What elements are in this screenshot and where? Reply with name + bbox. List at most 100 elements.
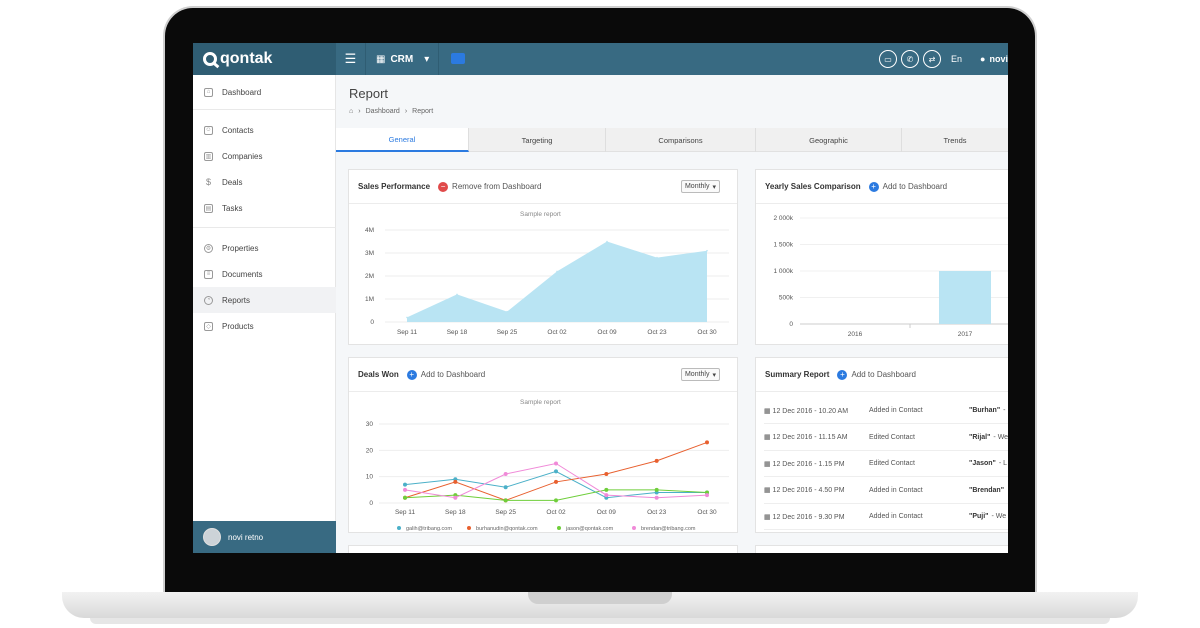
tab-trends[interactable]: Trends (902, 128, 1008, 152)
summary-row[interactable]: ▦ 12 Dec 2016 - 11.15 AM Edited Contact "R… (764, 425, 1008, 451)
summary-row[interactable]: ▦ 12 Dec 2016 - 4.50 PM Added in Contact "… (764, 478, 1008, 504)
phone-icon[interactable]: ✆ (901, 50, 920, 68)
y-tick-label: 1M (365, 296, 374, 303)
summary-detail: - We (991, 513, 1007, 520)
series-point (403, 495, 407, 500)
y-tick-label: 0 (370, 319, 374, 326)
x-tick-label: 2016 (848, 331, 863, 338)
sidebar-item-contacts[interactable]: ☺ Contacts (193, 117, 336, 143)
sidebar-item-products[interactable]: ◇ Products (193, 313, 336, 339)
data-point (606, 240, 608, 243)
home-icon[interactable]: ⌂ (349, 108, 353, 115)
summary-contact: "Puji" (969, 513, 989, 520)
brand-logo[interactable]: qontak (193, 43, 336, 75)
remove-from-dashboard-button[interactable]: − Remove from Dashboard (438, 181, 541, 192)
y-tick-label: 0 (789, 321, 793, 328)
sidebar-item-label: Contacts (222, 125, 254, 135)
series-point (604, 472, 609, 477)
summary-row[interactable]: ▦ 12 Dec 2016 - 9.30 PM Added in Contact "… (764, 504, 1008, 530)
top-bar: qontak ☰ ▦ CRM ▾ ▭ ✆ ⇄ En ● novi (193, 43, 1008, 75)
legend-label: burhanudin@qontak.com (476, 526, 538, 532)
summary-contact: "Jason" (969, 460, 996, 467)
sales-area-chart: 4M 3M 2M 1M 0 Sep 11 Sep 18 Sep 25 Oct 02 Oct 09 O… (365, 227, 729, 336)
sidebar-item-label: Dashboard (222, 87, 262, 97)
user-menu[interactable]: ● novi (980, 54, 1008, 64)
panel-header: Sales Performance − Remove from Dashboard… (349, 170, 737, 204)
x-tick-label: Sep 11 (395, 509, 416, 516)
sidebar-user-name: novi retno (228, 532, 264, 542)
sidebar-item-dashboard[interactable]: ⌂ Dashboard (193, 79, 336, 105)
add-to-dashboard-button[interactable]: + Add to Dashboard (868, 181, 947, 192)
add-to-dashboard-button[interactable]: + Add to Dashboard (837, 369, 916, 380)
sidebar-item-label: Products (222, 321, 254, 331)
home-icon: ⌂ (204, 87, 213, 97)
legend-marker (467, 526, 471, 530)
plus-circle-icon: + (837, 369, 848, 380)
grid-icon: ▦ (376, 53, 386, 65)
series-line-0 (404, 470, 707, 499)
x-tick-label: Oct 30 (697, 329, 717, 336)
y-tick-label: 1 000k (773, 268, 793, 275)
top-actions: ▭ ✆ ⇄ En ● novi (879, 43, 1008, 75)
series-point (705, 493, 709, 498)
transfer-icon[interactable]: ⇄ (923, 50, 942, 68)
series-point (554, 479, 558, 484)
yearly-bar-chart: 2 000k 1 500k 1 000k 500k 0 2016 2017 (773, 215, 1008, 338)
summary-action: Edited Contact (869, 460, 915, 467)
tab-general[interactable]: General (336, 128, 469, 152)
sidebar-item-companies[interactable]: ▥ Companies (193, 143, 336, 169)
sidebar-item-label: Properties (222, 243, 259, 253)
sidebar-item-tasks[interactable]: ▤ Tasks (193, 195, 336, 221)
user-icon: ● (980, 54, 986, 64)
laptop-notch (528, 592, 672, 604)
x-tick-label: Sep 25 (495, 509, 516, 516)
y-tick-label: 3M (365, 250, 374, 257)
y-tick-label: 2 000k (773, 215, 793, 222)
flag-icon[interactable] (451, 53, 465, 64)
tag-icon: ◇ (204, 321, 213, 331)
chevron-down-icon: ▾ (712, 183, 716, 191)
series-point (503, 498, 508, 503)
series-point (654, 458, 659, 463)
summary-row[interactable]: ▦ 12 Dec 2016 - 1.15 PM Edited Contact "Ja… (764, 451, 1008, 477)
breadcrumb: ⌂ › Dashboard › Report (349, 108, 433, 115)
series-point (403, 487, 407, 492)
dollar-icon: $ (205, 177, 211, 187)
sidebar-user-card[interactable]: novi retno (193, 521, 336, 553)
menu-toggle-button[interactable]: ☰ (336, 43, 366, 75)
summary-date: ▦ 12 Dec 2016 - 1.15 PM (764, 460, 845, 468)
data-point (706, 249, 708, 252)
sidebar-item-label: Documents (222, 269, 263, 279)
sidebar-item-properties[interactable]: ⚙ Properties (193, 235, 336, 261)
camera-icon[interactable]: ▭ (879, 50, 898, 68)
sidebar-item-deals[interactable]: $ Deals (193, 169, 336, 195)
summary-detail: - (1003, 407, 1006, 414)
summary-date: ▦ 12 Dec 2016 - 10.20 AM (764, 407, 849, 415)
sidebar-item-documents[interactable]: ≡ Documents (193, 261, 336, 287)
summary-row[interactable]: ▦ 12 Dec 2016 - 10.20 AM Added in Contact… (764, 398, 1008, 424)
series-point (503, 485, 508, 490)
legend-marker (557, 526, 561, 530)
next-panel (755, 545, 1008, 553)
x-tick-label: Oct 23 (647, 329, 667, 336)
language-selector[interactable]: En (951, 54, 962, 64)
sidebar-item-label: Tasks (222, 203, 243, 213)
x-tick-label: Sep 25 (497, 329, 518, 336)
legend-label: brendan@tribang.com (641, 526, 696, 532)
series-point (453, 479, 458, 484)
summary-date: ▦ 12 Dec 2016 - 4.50 PM (764, 487, 845, 494)
summary-report-panel: Summary Report + Add to Dashboard ▦ 12 De… (755, 357, 1008, 533)
breadcrumb-dashboard[interactable]: Dashboard (366, 108, 400, 115)
main-content: Report ⌂ › Dashboard › Report General Targ… (336, 75, 1008, 553)
user-name: novi (989, 54, 1008, 64)
panel-title: Summary Report (765, 370, 830, 379)
hamburger-icon: ☰ (344, 51, 357, 66)
module-switcher[interactable]: ▦ CRM ▾ (366, 43, 439, 75)
period-select[interactable]: Monthly ▾ (680, 180, 720, 193)
series-point (453, 495, 458, 500)
sidebar-item-reports[interactable]: ◔ Reports (193, 287, 336, 313)
tab-geographic[interactable]: Geographic (756, 128, 902, 152)
tab-targeting[interactable]: Targeting (469, 128, 606, 152)
tab-comparisons[interactable]: Comparisons (606, 128, 756, 152)
sales-area (407, 241, 707, 322)
